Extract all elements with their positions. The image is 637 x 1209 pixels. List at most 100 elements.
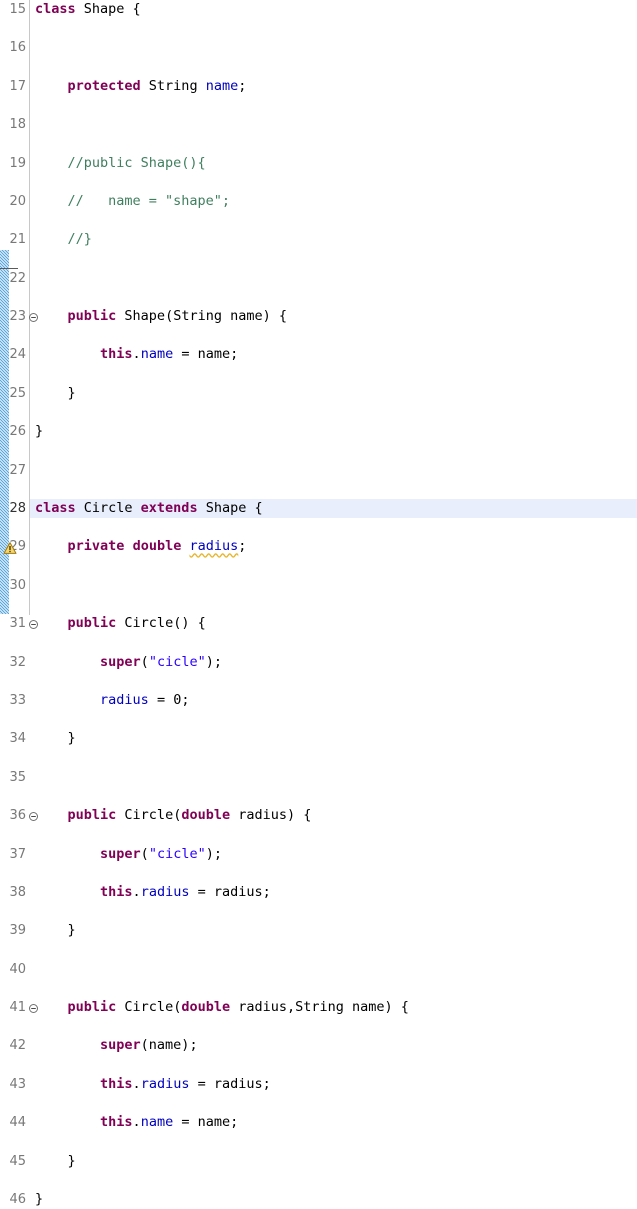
code-text[interactable]: } — [35, 1152, 76, 1171]
code-line[interactable]: 17 protected String name; — [0, 77, 637, 96]
code-line[interactable]: 44 this.name = name; — [0, 1113, 637, 1132]
line-number: 24 — [9, 347, 26, 363]
code-token: class — [35, 1, 76, 17]
code-text[interactable]: class Shape { — [35, 0, 141, 19]
code-line[interactable]: 23 public Shape(String name) { — [0, 307, 637, 326]
code-line[interactable]: 31 public Circle() { — [0, 614, 637, 633]
code-text[interactable]: this.name = name; — [35, 1113, 238, 1132]
fold-collapse-icon[interactable] — [29, 811, 38, 821]
code-line[interactable]: 37 super("cicle"); — [0, 845, 637, 864]
code-text[interactable]: } — [35, 729, 76, 748]
code-text[interactable]: radius = 0; — [35, 691, 189, 710]
code-text[interactable]: private double radius; — [35, 537, 247, 556]
code-text[interactable]: super("cicle"); — [35, 845, 222, 864]
code-line[interactable]: 35 — [0, 768, 637, 787]
code-line[interactable]: 15 class Shape { — [0, 0, 637, 19]
code-text[interactable]: this.name = name; — [35, 345, 238, 364]
code-line[interactable]: 36 public Circle(double radius) { — [0, 806, 637, 825]
code-token: } — [35, 423, 44, 440]
code-text[interactable]: super("cicle"); — [35, 653, 222, 672]
code-line[interactable]: 46} — [0, 1190, 637, 1209]
warning-triangle-icon[interactable] — [3, 541, 17, 555]
code-line[interactable]: 38 this.radius = radius; — [0, 883, 637, 902]
code-line[interactable]: 42 super(name); — [0, 1036, 637, 1055]
line-number: 39 — [9, 923, 26, 939]
line-number: 23 — [9, 309, 26, 325]
code-token: radius — [189, 538, 239, 555]
code-token: } — [35, 384, 76, 401]
code-text[interactable]: this.radius = radius; — [35, 883, 271, 902]
code-text[interactable]: class Circle extends Shape { — [35, 499, 263, 518]
code-line[interactable]: 41 public Circle(double radius,String na… — [0, 998, 637, 1017]
code-text[interactable]: public Shape(String name) { — [35, 307, 287, 326]
code-line[interactable]: 28 class Circle extends Shape { — [0, 499, 637, 519]
code-token: ( — [140, 845, 149, 862]
code-line[interactable]: 21 //} — [0, 230, 637, 249]
line-number: 30 — [9, 577, 26, 593]
code-token: Circle( — [116, 807, 182, 824]
code-token: ; — [238, 538, 247, 555]
code-line[interactable]: 43 this.radius = radius; — [0, 1075, 637, 1094]
code-line[interactable]: 27 — [0, 461, 637, 480]
code-line[interactable]: 39 } — [0, 921, 637, 940]
code-line[interactable]: 20 // name = "shape"; — [0, 192, 637, 211]
code-text[interactable]: super(name); — [35, 1036, 198, 1055]
code-line[interactable]: 16 — [0, 38, 637, 57]
code-line[interactable]: 18 — [0, 115, 637, 134]
code-line[interactable]: 26} — [0, 422, 637, 441]
code-text[interactable]: //public Shape(){ — [35, 154, 206, 173]
code-token: = 0; — [148, 691, 190, 708]
code-line[interactable]: 30 — [0, 576, 637, 595]
code-token: radius — [100, 691, 149, 708]
code-line[interactable]: 33 radius = 0; — [0, 691, 637, 710]
code-token: super — [100, 845, 141, 862]
code-lines-container[interactable]: 15 class Shape { 16 17 protected String nam… — [0, 0, 637, 1207]
code-text[interactable]: public Circle(double radius,String name)… — [35, 998, 409, 1017]
code-line[interactable]: 34 } — [0, 729, 637, 748]
code-token: double — [181, 999, 231, 1016]
code-text[interactable]: public Circle() { — [35, 614, 206, 633]
fold-collapse-icon[interactable] — [29, 1003, 38, 1013]
code-line[interactable]: 32 super("cicle"); — [0, 653, 637, 672]
code-line[interactable]: 24 this.name = name; — [0, 345, 637, 364]
code-text[interactable]: } — [35, 921, 76, 940]
line-number: 17 — [9, 78, 26, 94]
line-number: 16 — [9, 40, 26, 56]
code-token: ); — [205, 845, 222, 862]
code-token: } — [35, 922, 76, 939]
code-token: Shape(String name) { — [116, 308, 287, 325]
code-line[interactable]: 25 } — [0, 384, 637, 403]
code-token: double — [181, 807, 231, 824]
line-number: 26 — [9, 424, 26, 440]
code-text[interactable]: public Circle(double radius) { — [35, 806, 312, 825]
code-token: name — [140, 1114, 174, 1131]
code-text[interactable]: //} — [35, 230, 92, 249]
fold-collapse-icon[interactable] — [29, 619, 38, 629]
line-number: 38 — [9, 884, 26, 900]
code-line[interactable]: 19 //public Shape(){ — [0, 154, 637, 173]
code-text[interactable]: } — [35, 384, 76, 403]
code-line[interactable]: 45 } — [0, 1152, 637, 1171]
code-text[interactable]: protected String name; — [35, 77, 247, 96]
code-token: public — [67, 615, 117, 632]
code-line[interactable]: 40 — [0, 960, 637, 979]
code-text[interactable]: } — [35, 1190, 43, 1209]
code-line[interactable]: 29 private double radius; — [0, 537, 637, 556]
line-number: 42 — [9, 1038, 26, 1054]
code-token: . — [132, 1114, 141, 1131]
line-number: 45 — [9, 1153, 26, 1169]
code-editor[interactable]: 15 class Shape { 16 17 protected String nam… — [0, 0, 637, 1207]
code-line[interactable]: 22 — [0, 269, 637, 288]
code-text[interactable]: } — [35, 422, 43, 441]
fold-collapse-icon[interactable] — [29, 312, 38, 322]
code-text[interactable]: // name = "shape"; — [35, 192, 231, 211]
code-text[interactable]: this.radius = radius; — [35, 1075, 271, 1094]
